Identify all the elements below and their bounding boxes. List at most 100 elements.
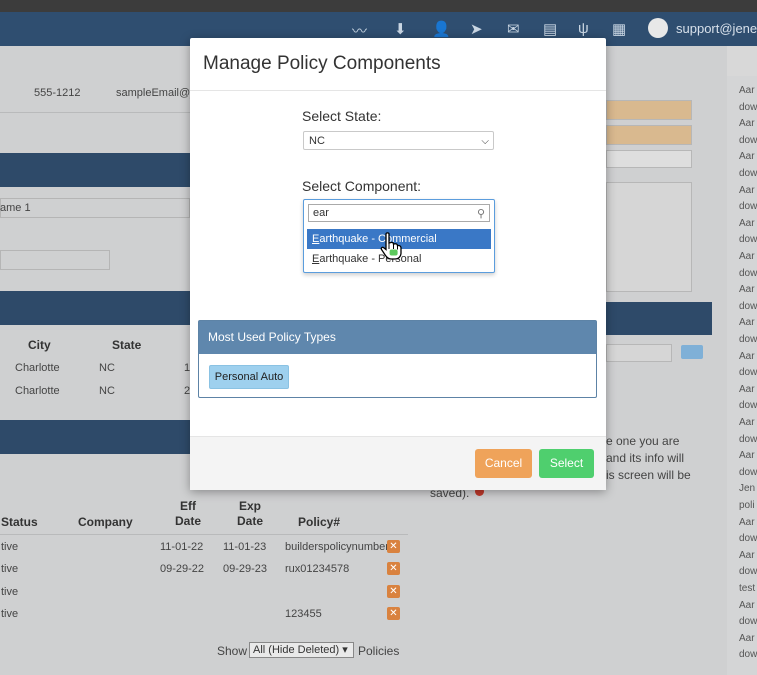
- activity-item[interactable]: dow: [739, 167, 757, 180]
- activity-item[interactable]: Aar: [739, 350, 755, 363]
- option-label: arthquake - Personal: [319, 253, 422, 265]
- activity-item[interactable]: dow: [739, 333, 757, 346]
- component-search-input[interactable]: ear ⚲: [308, 204, 490, 222]
- section-header: [0, 153, 190, 187]
- activity-item[interactable]: Aar: [739, 217, 755, 230]
- component-label: Select Component:: [302, 178, 422, 194]
- activity-item[interactable]: dow: [739, 366, 757, 379]
- state-label: Select State:: [302, 108, 382, 124]
- option-label: arthquake - Commercial: [319, 233, 437, 245]
- policies-label: Policies: [358, 644, 400, 658]
- manage-policy-components-dialog: Manage Policy Components Select State: N…: [190, 38, 606, 490]
- contact-email: sampleEmail@je: [116, 87, 199, 99]
- activity-item[interactable]: Aar: [739, 416, 755, 429]
- activity-item[interactable]: dow: [739, 101, 757, 114]
- contact-phone: 555-1212: [34, 87, 81, 99]
- bg-button[interactable]: [681, 345, 703, 359]
- activity-item[interactable]: Aar: [739, 117, 755, 130]
- address-section-header: [0, 291, 190, 325]
- activity-item[interactable]: Aar: [739, 316, 755, 329]
- name-field[interactable]: ame 1: [0, 202, 31, 214]
- calendar-icon[interactable]: ▦: [612, 20, 626, 38]
- dialog-title: Manage Policy Components: [203, 53, 441, 74]
- delete-icon[interactable]: ✕: [387, 585, 400, 598]
- bg-select[interactable]: [606, 344, 672, 362]
- activity-item[interactable]: dow: [739, 466, 757, 479]
- activity-item[interactable]: Aar: [739, 84, 755, 97]
- activity-item[interactable]: Aar: [739, 516, 755, 529]
- download-icon[interactable]: ⬇: [394, 20, 407, 38]
- bg-select[interactable]: [606, 125, 692, 145]
- activity-item[interactable]: dow: [739, 433, 757, 446]
- activity-item[interactable]: Aar: [739, 250, 755, 263]
- select-button[interactable]: Select: [539, 449, 594, 478]
- state-select[interactable]: NC ⌵: [303, 131, 494, 150]
- activity-item[interactable]: dow: [739, 399, 757, 412]
- user-plus-icon[interactable]: 👤: [432, 20, 451, 38]
- activity-item[interactable]: Aar: [739, 383, 755, 396]
- activity-item[interactable]: Aar: [739, 449, 755, 462]
- policy-number: 123455: [285, 608, 322, 620]
- activity-item[interactable]: Aar: [739, 184, 755, 197]
- activity-item[interactable]: poli: [739, 499, 755, 512]
- activity-item[interactable]: test: [739, 582, 755, 595]
- avatar[interactable]: [648, 18, 668, 38]
- policy-exp: 11-01-23: [223, 541, 267, 553]
- activity-item[interactable]: dow: [739, 200, 757, 213]
- policy-eff: 09-29-22: [160, 563, 205, 575]
- address-state: NC: [99, 385, 115, 397]
- delete-icon[interactable]: ✕: [387, 562, 400, 575]
- state-select-value: NC: [309, 135, 325, 147]
- policy-section-header: [0, 420, 190, 454]
- bg-select[interactable]: [606, 100, 692, 120]
- city-header[interactable]: City: [28, 338, 51, 352]
- activity-item[interactable]: dow: [739, 300, 757, 313]
- envelope-icon[interactable]: ✉: [507, 20, 520, 38]
- activity-item[interactable]: dow: [739, 134, 757, 147]
- send-icon[interactable]: ➤: [470, 20, 483, 38]
- activity-item[interactable]: dow: [739, 267, 757, 280]
- activity-item[interactable]: dow: [739, 565, 757, 578]
- delete-icon[interactable]: ✕: [387, 607, 400, 620]
- activity-item[interactable]: Aar: [739, 599, 755, 612]
- activity-item[interactable]: dow: [739, 233, 757, 246]
- activity-item[interactable]: dow: [739, 615, 757, 628]
- policy-number: builderspolicynumber: [285, 541, 389, 553]
- document-icon[interactable]: ▤: [543, 20, 557, 38]
- status-header[interactable]: Status: [1, 515, 38, 529]
- policy-exp: 09-29-23: [223, 563, 268, 575]
- chevron-down-icon: ⌵: [481, 136, 489, 147]
- eff-date-header[interactable]: Eff Date: [172, 499, 204, 529]
- show-select-value: All (Hide Deleted): [253, 644, 340, 656]
- bg-input[interactable]: [0, 250, 110, 270]
- exp-date-header[interactable]: Exp Date: [234, 499, 266, 529]
- activity-item[interactable]: Aar: [739, 150, 755, 163]
- search-icon: ⚲: [476, 208, 485, 220]
- fork-knife-icon[interactable]: ψ: [578, 20, 589, 37]
- activity-item[interactable]: Jen: [739, 482, 755, 495]
- activity-item[interactable]: dow: [739, 648, 757, 661]
- policy-status: tive: [1, 563, 19, 575]
- policy-number: rux01234578: [285, 563, 350, 575]
- activity-item[interactable]: dow: [739, 532, 757, 545]
- company-header[interactable]: Company: [78, 515, 133, 529]
- activity-item[interactable]: Aar: [739, 632, 755, 645]
- show-select[interactable]: All (Hide Deleted) ▾: [249, 642, 354, 658]
- user-email[interactable]: support@jenes: [676, 21, 757, 36]
- activity-item[interactable]: Aar: [739, 549, 755, 562]
- divider: [190, 90, 606, 91]
- bg-textarea[interactable]: [606, 182, 692, 292]
- policy-number-header[interactable]: Policy#: [298, 515, 340, 529]
- browser-strip: [0, 0, 757, 12]
- left-page-area: [0, 46, 190, 675]
- cancel-button[interactable]: Cancel: [475, 449, 532, 478]
- address-state: NC: [99, 362, 115, 374]
- state-header[interactable]: State: [112, 338, 141, 352]
- activity-item[interactable]: Aar: [739, 283, 755, 296]
- panel-title: Most Used Policy Types: [199, 321, 596, 354]
- note-line: is screen will be: [606, 468, 691, 482]
- bg-input[interactable]: [606, 150, 692, 168]
- delete-icon[interactable]: ✕: [387, 540, 400, 553]
- policy-type-personal-auto[interactable]: Personal Auto: [209, 365, 289, 389]
- policy-status: tive: [1, 586, 19, 598]
